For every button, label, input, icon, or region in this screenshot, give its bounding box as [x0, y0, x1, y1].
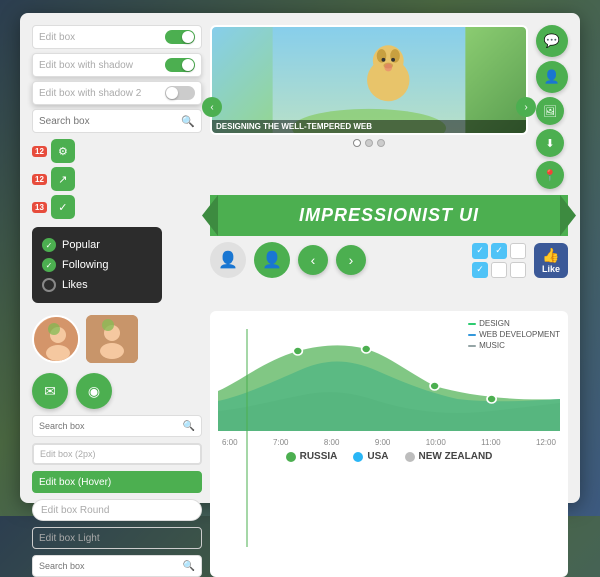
notif-row-1: 12 ⚙	[32, 139, 202, 163]
cb-1[interactable]: ✓	[472, 243, 488, 259]
side-buttons: 💬 👤 🖼 ⬇ 📍	[536, 25, 568, 189]
share-button[interactable]: ↗	[51, 167, 75, 191]
check-circle-popular: ✓	[42, 238, 56, 252]
badge-1: 12	[32, 146, 47, 157]
map-button[interactable]: 📍	[536, 161, 564, 189]
country-usa: USA	[353, 451, 388, 462]
photo-button[interactable]: 🖼	[536, 97, 564, 125]
action-buttons: ✉ ◉	[32, 373, 202, 409]
check-button[interactable]: ✓	[51, 195, 75, 219]
rss-button[interactable]: ◉	[76, 373, 112, 409]
bottom-left: ✉ ◉ 🔍 Edit box (2px) Edit box (Hover) Ed…	[32, 311, 202, 577]
dot-1[interactable]	[353, 139, 361, 147]
empty-circle-likes	[42, 278, 56, 292]
user-add-button[interactable]: 👤	[536, 61, 568, 93]
avatar-1	[32, 315, 80, 363]
like-button[interactable]: 👍 Like	[534, 243, 568, 278]
edit-box-round[interactable]: Edit box Round	[32, 499, 202, 521]
nav-left[interactable]: ‹	[298, 245, 328, 275]
edit-box-shadow2[interactable]: Edit box with shadow 2	[32, 81, 202, 105]
search-icon-top: 🔍	[181, 115, 195, 128]
legend-dot-music	[468, 345, 476, 347]
top-right-section: DESIGNING THE WELL-TEMPERED WEB ‹ › 💬 👤 …	[210, 25, 568, 189]
country-dot-usa	[353, 452, 363, 462]
chart-x-labels: 6:00 7:00 8:00 9:00 10:00 11:00 12:00	[218, 438, 560, 447]
bottom-section: ✉ ◉ 🔍 Edit box (2px) Edit box (Hover) Ed…	[32, 311, 568, 577]
gear-button[interactable]: ⚙	[51, 139, 75, 163]
edit-box-shadow[interactable]: Edit box with shadow	[32, 53, 202, 77]
avatars-row	[32, 315, 202, 363]
search-input-bottom2[interactable]: 🔍	[32, 555, 202, 577]
edit-box-hover[interactable]: Edit box (Hover)	[32, 471, 202, 493]
left-column: Edit box Edit box with shadow Edit box w…	[32, 25, 202, 303]
country-dot-russia	[286, 452, 296, 462]
carousel-dots	[210, 139, 528, 147]
carousel-prev[interactable]: ‹	[202, 97, 222, 117]
like-label: Like	[542, 264, 560, 274]
chat-button[interactable]: 💬	[536, 25, 568, 57]
person-btn-inactive[interactable]: 👤	[210, 242, 246, 278]
edit-box-2px[interactable]: Edit box (2px)	[32, 443, 202, 465]
legend-music: MUSIC	[468, 341, 560, 350]
input-group: Edit box Edit box with shadow Edit box w…	[32, 25, 202, 133]
cb-4[interactable]: ✓	[472, 262, 488, 278]
dropdown-item-popular[interactable]: ✓ Popular	[42, 235, 152, 255]
chart-countries: RUSSIA USA NEW ZEALAND	[218, 451, 560, 462]
dropdown-item-likes[interactable]: Likes	[42, 275, 152, 295]
badge-3: 13	[32, 202, 47, 213]
avatar-2	[86, 315, 138, 363]
legend-design: DESIGN	[468, 319, 560, 328]
legend-webdev: WEB DEVELOPMENT	[468, 330, 560, 339]
chart-v-line	[246, 329, 248, 547]
right-column: DESIGNING THE WELL-TEMPERED WEB ‹ › 💬 👤 …	[210, 25, 568, 303]
search-input-bottom[interactable]: 🔍	[32, 415, 202, 437]
cb-6[interactable]	[510, 262, 526, 278]
email-button[interactable]: ✉	[32, 373, 68, 409]
country-nz: NEW ZEALAND	[405, 451, 493, 462]
chart-area: DESIGN WEB DEVELOPMENT MUSIC	[210, 311, 568, 577]
banner: IMPRESSIONIST UI	[210, 195, 568, 236]
toggle-3[interactable]	[165, 86, 195, 100]
badge-2: 12	[32, 174, 47, 185]
legend-dot-design	[468, 323, 476, 325]
dropdown-item-following[interactable]: ✓ Following	[42, 255, 152, 275]
carousel: DESIGNING THE WELL-TEMPERED WEB ‹ ›	[210, 25, 528, 189]
search-icon-bottom: 🔍	[183, 421, 195, 432]
person-btn-active[interactable]: 👤	[254, 242, 290, 278]
like-icon: 👍	[542, 247, 559, 264]
carousel-image: DESIGNING THE WELL-TEMPERED WEB	[210, 25, 528, 135]
dot-3[interactable]	[377, 139, 385, 147]
cb-3[interactable]	[510, 243, 526, 259]
notif-row-2: 12 ↗	[32, 167, 202, 191]
cb-5[interactable]	[491, 262, 507, 278]
edit-box-light[interactable]: Edit box Light	[32, 527, 202, 549]
toggle-1[interactable]	[165, 30, 195, 44]
search-field-bottom[interactable]	[39, 421, 179, 431]
search-field-bottom2[interactable]	[39, 561, 179, 571]
download-button[interactable]: ⬇	[536, 129, 564, 157]
search-field-top[interactable]	[39, 116, 177, 127]
main-panel: Edit box Edit box with shadow Edit box w…	[20, 13, 580, 503]
check-circle-following: ✓	[42, 258, 56, 272]
dropdown-menu: ✓ Popular ✓ Following Likes	[32, 227, 162, 303]
checkbox-grid: ✓ ✓ ✓	[472, 243, 526, 278]
chart-legend: DESIGN WEB DEVELOPMENT MUSIC	[468, 319, 560, 350]
notification-rows: 12 ⚙ 12 ↗ 13 ✓	[32, 139, 202, 219]
notif-row-3: 13 ✓	[32, 195, 202, 219]
carousel-caption: DESIGNING THE WELL-TEMPERED WEB	[212, 120, 526, 133]
dot-2[interactable]	[365, 139, 373, 147]
edit-box-1[interactable]: Edit box	[32, 25, 202, 49]
toggle-2[interactable]	[165, 58, 195, 72]
country-dot-nz	[405, 452, 415, 462]
search-input-top[interactable]: 🔍	[32, 109, 202, 133]
legend-dot-webdev	[468, 334, 476, 336]
nav-row: 👤 👤 ‹ › ✓ ✓ ✓ 👍 Like	[210, 242, 568, 278]
cb-2[interactable]: ✓	[491, 243, 507, 259]
nav-right[interactable]: ›	[336, 245, 366, 275]
search-icon-bottom2: 🔍	[183, 561, 195, 572]
carousel-next[interactable]: ›	[516, 97, 536, 117]
country-russia: RUSSIA	[286, 451, 338, 462]
